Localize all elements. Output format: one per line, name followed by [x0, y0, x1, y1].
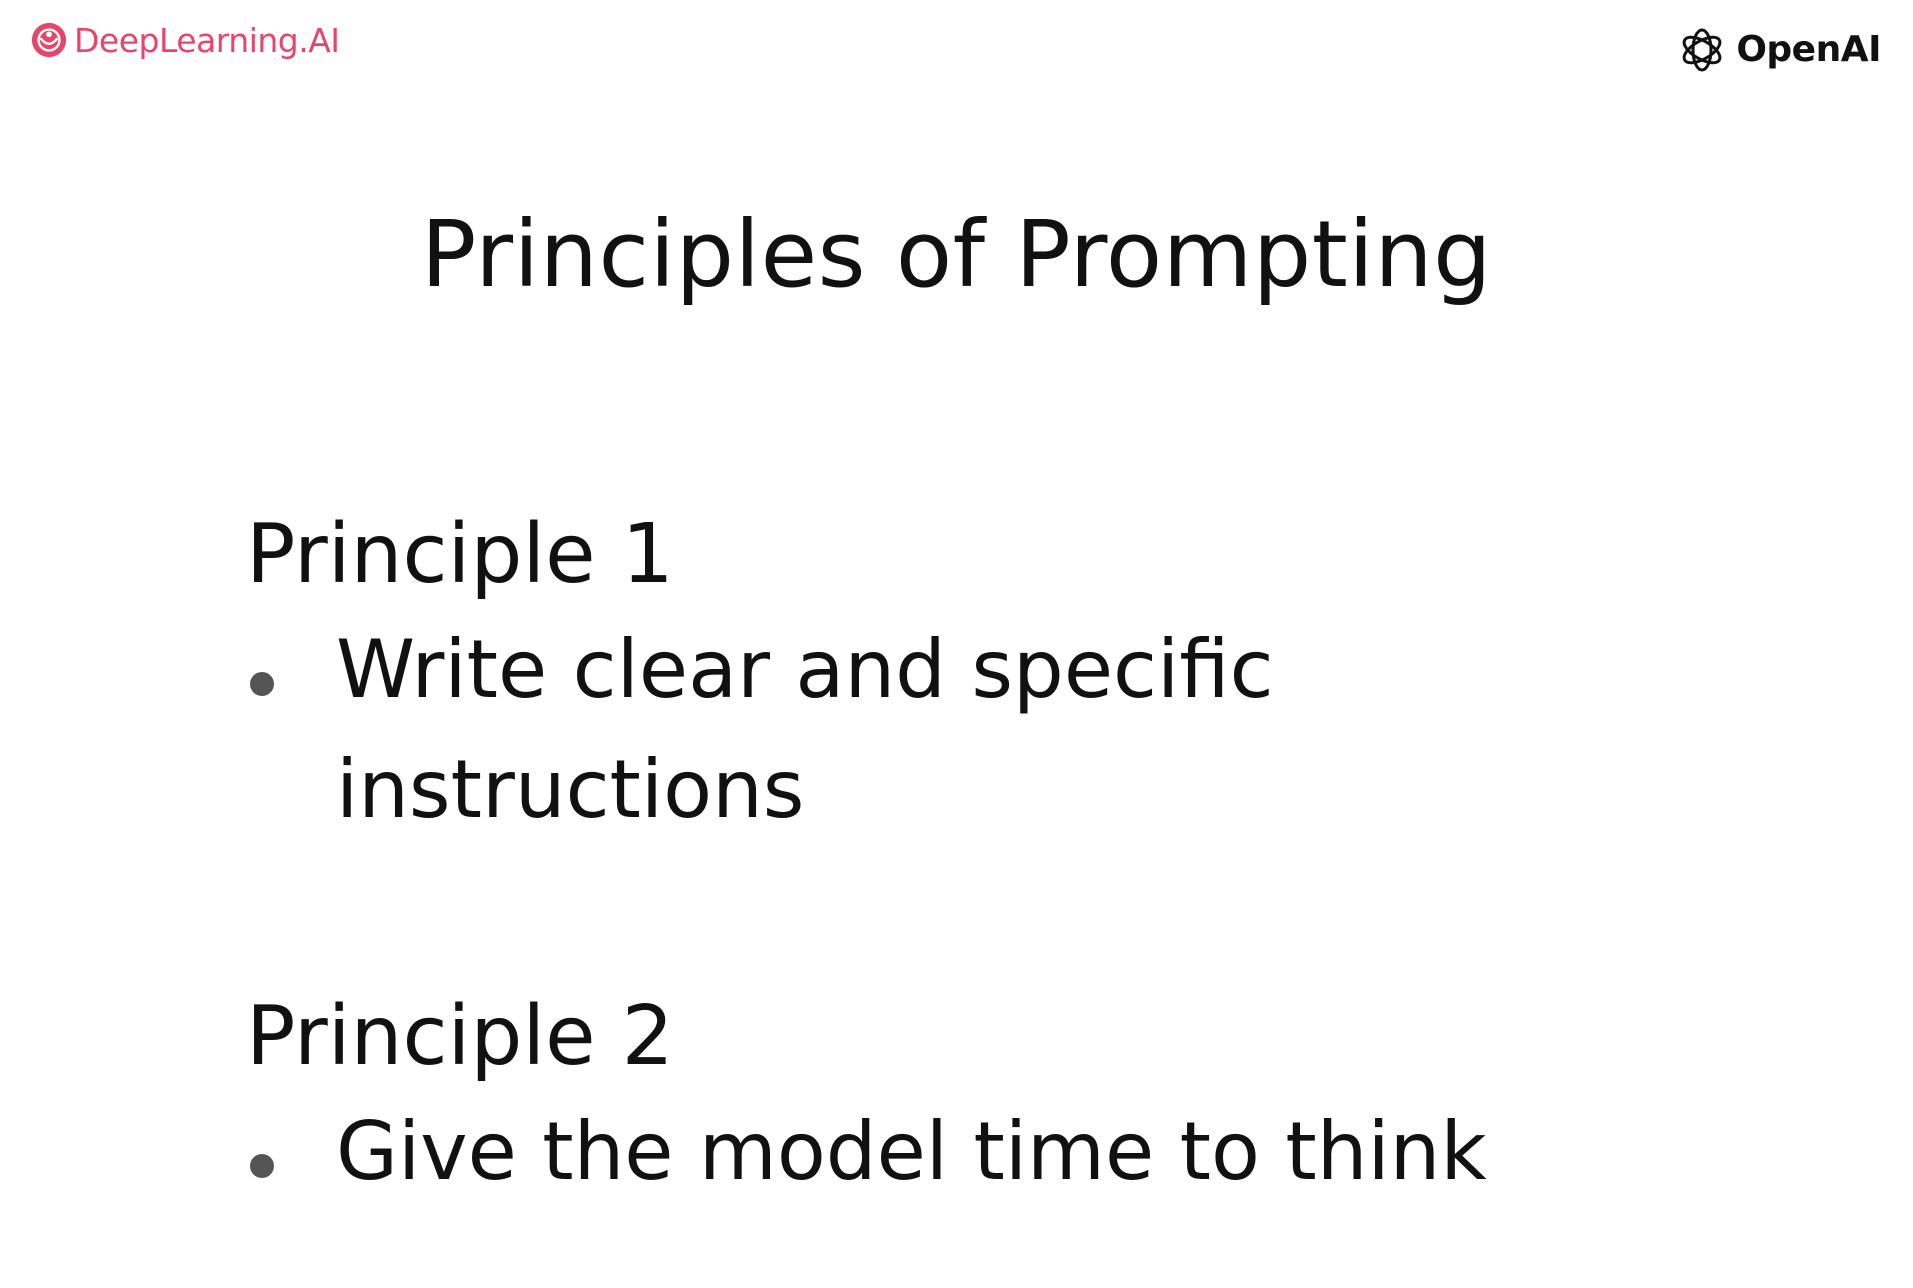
principle-1-bullets: Write clear and specific instructions — [246, 610, 1746, 850]
deeplearning-ai-logo-icon — [31, 22, 67, 58]
principle-2-bullets: Give the model time to think — [246, 1092, 1746, 1212]
bullet-icon — [250, 1154, 274, 1178]
principle-1-heading: Principle 1 — [246, 507, 674, 602]
openai-logo: OpenAI — [1676, 22, 1881, 78]
bullet-icon — [250, 672, 274, 696]
principle-2-bullet-text: Give the model time to think — [336, 1105, 1487, 1198]
principle-1-bullet: Write clear and specific instructions — [246, 610, 1746, 850]
deeplearning-ai-logo: DeepLearning.AI — [30, 18, 340, 62]
principle-1-block: Principle 1 Write clear and specific ins… — [246, 500, 1746, 850]
principle-2-block: Principle 2 Give the model time to think — [246, 982, 1746, 1212]
principle-1-bullet-text: Write clear and specific instructions — [336, 623, 1274, 836]
principle-2-bullet: Give the model time to think — [246, 1092, 1746, 1212]
slide-title: Principles of Prompting — [420, 201, 1493, 308]
openai-wordmark: OpenAI — [1736, 29, 1881, 70]
principle-2-heading: Principle 2 — [246, 989, 674, 1084]
openai-logo-icon — [1682, 28, 1722, 72]
slide: DeepLearning.AI OpenAI Principles of Pro… — [0, 0, 1913, 1288]
deeplearning-ai-wordmark: DeepLearning.AI — [74, 20, 340, 60]
